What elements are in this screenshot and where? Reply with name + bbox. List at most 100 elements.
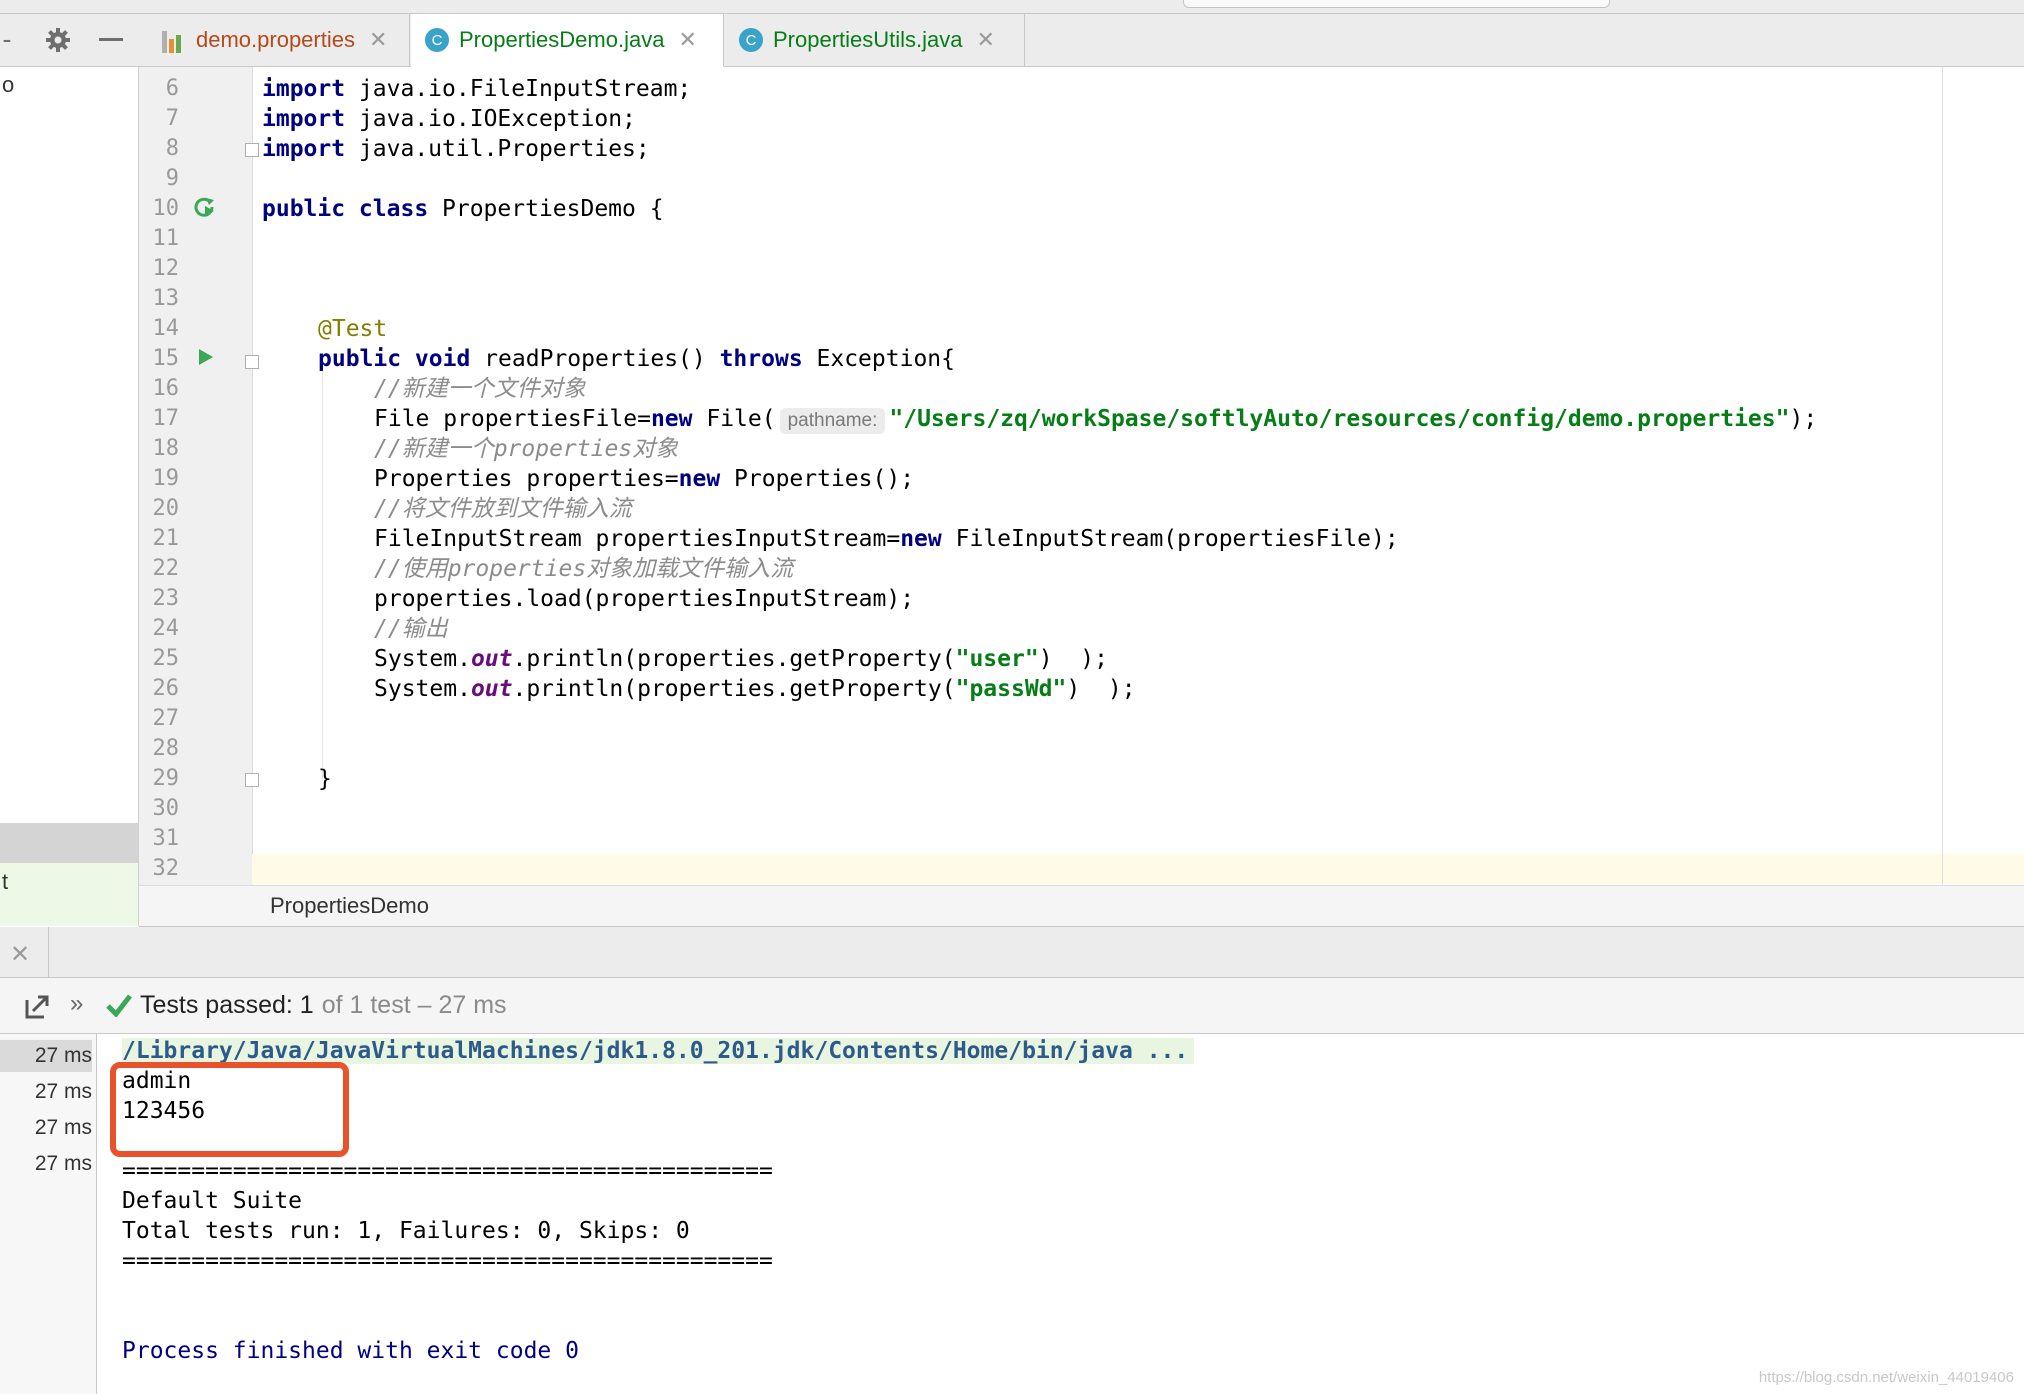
line-number: 12 bbox=[152, 256, 180, 281]
comment: //新建一个文件对象 bbox=[374, 376, 586, 402]
line-number: 14 bbox=[152, 316, 180, 341]
line-number: 6 bbox=[165, 76, 179, 101]
tab-propertiesutils-java[interactable]: C PropertiesUtils.java ✕ bbox=[725, 14, 1025, 66]
code-line-15[interactable]: public void readProperties() throws Exce… bbox=[318, 344, 955, 374]
parameter-hint: pathname: bbox=[779, 408, 886, 434]
current-line-highlight bbox=[252, 854, 2024, 884]
line-number: 17 bbox=[152, 406, 180, 431]
line-number: 28 bbox=[152, 736, 180, 761]
code-text: java.io.FileInputStream; bbox=[345, 76, 692, 102]
minimize-panel-icon[interactable] bbox=[94, 14, 128, 66]
properties-file-icon bbox=[162, 27, 186, 53]
fold-marker-icon[interactable] bbox=[245, 355, 259, 369]
code-line-16[interactable]: //新建一个文件对象 bbox=[374, 374, 586, 404]
line-number: 23 bbox=[152, 586, 180, 611]
code-line-22[interactable]: //使用properties对象加载文件输入流 bbox=[374, 554, 793, 584]
close-icon[interactable]: ✕ bbox=[678, 27, 696, 53]
line-number: 25 bbox=[152, 646, 180, 671]
console-exit-line: Process finished with exit code 0 bbox=[122, 1338, 579, 1364]
duration-row[interactable]: 27 ms bbox=[0, 1148, 92, 1180]
static-field: out bbox=[470, 646, 513, 672]
line-number: 7 bbox=[165, 106, 179, 131]
code-text: java.io.IOException; bbox=[345, 106, 636, 132]
fold-marker-icon[interactable] bbox=[245, 143, 259, 157]
project-panel-text: o bbox=[2, 72, 15, 97]
code-line-18[interactable]: //新建一个properties对象 bbox=[374, 434, 678, 464]
class-icon: C bbox=[739, 28, 763, 52]
code-line-6[interactable]: import java.io.FileInputStream; bbox=[262, 74, 691, 104]
console-output-line: Total tests run: 1, Failures: 0, Skips: … bbox=[122, 1218, 690, 1244]
line-number: 24 bbox=[152, 616, 180, 641]
watermark: https://blog.csdn.net/weixin_44019406 bbox=[1758, 1369, 2014, 1386]
console-output-line: ========================================… bbox=[122, 1248, 773, 1274]
comment: //新建一个properties对象 bbox=[374, 436, 679, 462]
annotation: @Test bbox=[318, 316, 388, 342]
code-line-17[interactable]: File propertiesFile=new File(pathname: "/… bbox=[374, 404, 1817, 434]
code-text: Properties properties= bbox=[374, 466, 679, 492]
line-number: 32 bbox=[152, 856, 180, 881]
export-icon[interactable] bbox=[24, 992, 52, 1024]
line-number: 31 bbox=[152, 826, 180, 851]
close-icon[interactable]: ✕ bbox=[977, 27, 995, 53]
line-number: 18 bbox=[152, 436, 180, 461]
title-strip bbox=[0, 0, 2024, 14]
tests-passed-status: Tests passed: 1 of 1 test – 27 ms bbox=[140, 978, 507, 1033]
line-number: 9 bbox=[165, 166, 179, 191]
breadcrumb[interactable]: PropertiesDemo bbox=[139, 885, 2024, 927]
duration-row[interactable]: 27 ms bbox=[0, 1076, 92, 1108]
comment: //使用properties对象加载文件输入流 bbox=[374, 556, 794, 582]
fold-marker-icon[interactable] bbox=[245, 773, 259, 787]
breadcrumb-item[interactable]: PropertiesDemo bbox=[270, 893, 429, 919]
line-number: 21 bbox=[152, 526, 180, 551]
keyword: new bbox=[650, 406, 693, 432]
code-line-7[interactable]: import java.io.IOException; bbox=[262, 104, 636, 134]
code-line-19[interactable]: Properties properties=new Properties(); bbox=[374, 464, 914, 494]
keyword: import bbox=[262, 136, 346, 162]
code-line-14[interactable]: @Test bbox=[318, 314, 387, 344]
code-line-23[interactable]: properties.load(propertiesInputStream); bbox=[374, 584, 914, 614]
status-main: Tests passed: 1 bbox=[140, 991, 314, 1019]
code-line-25[interactable]: System.out.println(properties.getPropert… bbox=[374, 644, 1108, 674]
search-field[interactable] bbox=[1183, 0, 1610, 8]
line-number: 20 bbox=[152, 496, 180, 521]
code-line-20[interactable]: //将文件放到文件输入流 bbox=[374, 494, 632, 524]
project-selected-row[interactable] bbox=[0, 823, 138, 863]
console-output-line: ========================================… bbox=[122, 1158, 773, 1184]
line-number: 11 bbox=[152, 226, 180, 251]
code-line-8[interactable]: import java.util.Properties; bbox=[262, 134, 650, 164]
code-line-21[interactable]: FileInputStream propertiesInputStream=ne… bbox=[374, 524, 1399, 554]
more-icon[interactable]: » bbox=[70, 990, 83, 1018]
line-number: 27 bbox=[152, 706, 180, 731]
code-text: FileInputStream(propertiesFile); bbox=[941, 526, 1399, 552]
line-number: 26 bbox=[152, 676, 180, 701]
project-panel-text: t bbox=[2, 869, 9, 894]
status-detail: of 1 test – 27 ms bbox=[321, 991, 507, 1019]
duration-row[interactable]: 27 ms bbox=[0, 1040, 92, 1072]
tab-label: PropertiesUtils.java bbox=[773, 27, 963, 52]
duration-row[interactable]: 27 ms bbox=[0, 1112, 92, 1144]
code-text: } bbox=[318, 766, 332, 792]
keyword: new bbox=[900, 526, 942, 552]
line-number: 22 bbox=[152, 556, 180, 581]
keyword: import bbox=[262, 106, 346, 132]
code-text: Properties(); bbox=[720, 466, 915, 492]
project-panel bbox=[0, 67, 139, 926]
code-line-26[interactable]: System.out.println(properties.getPropert… bbox=[374, 674, 1136, 704]
code-text: java.util.Properties; bbox=[345, 136, 650, 162]
code-line-24[interactable]: //输出 bbox=[374, 614, 448, 644]
class-icon: C bbox=[425, 28, 449, 52]
code-text: ); bbox=[1789, 406, 1818, 432]
close-icon[interactable]: ✕ bbox=[369, 27, 387, 53]
code-line-29[interactable]: } bbox=[318, 764, 332, 794]
close-icon[interactable]: ✕ bbox=[10, 940, 30, 969]
run-class-icon[interactable] bbox=[192, 195, 218, 225]
line-number: 13 bbox=[152, 286, 180, 311]
keyword: public void bbox=[318, 346, 471, 372]
tab-propertiesdemo-java[interactable]: C PropertiesDemo.java ✕ bbox=[411, 14, 724, 67]
run-test-icon[interactable] bbox=[197, 347, 215, 371]
comment: //将文件放到文件输入流 bbox=[374, 496, 632, 522]
gear-icon[interactable] bbox=[38, 14, 78, 66]
collapse-dash-icon[interactable]: - bbox=[0, 14, 15, 66]
code-line-10[interactable]: public class PropertiesDemo { bbox=[262, 194, 664, 224]
tab-demo-properties[interactable]: demo.properties ✕ bbox=[148, 14, 410, 66]
